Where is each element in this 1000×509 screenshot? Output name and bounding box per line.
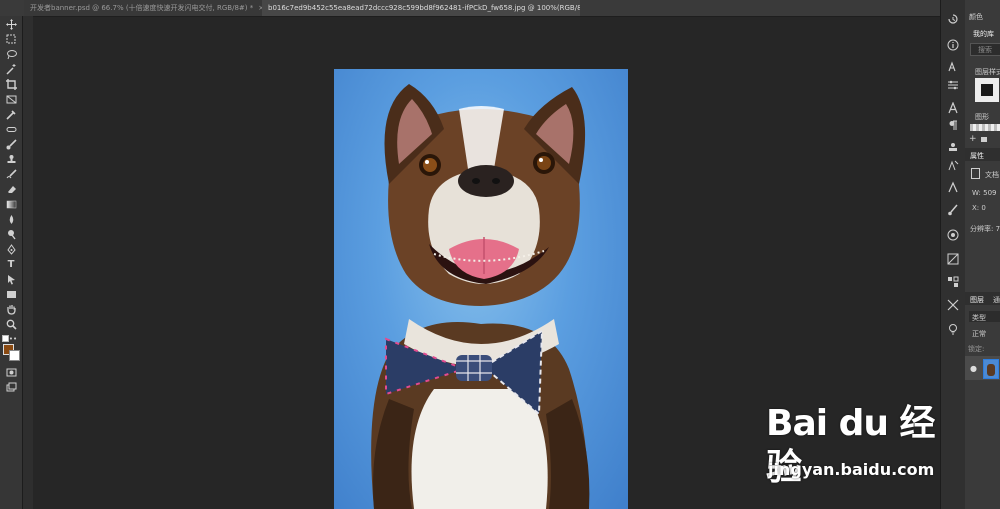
- background-color-swatch[interactable]: [9, 350, 20, 361]
- frame-tool-icon[interactable]: [4, 93, 18, 105]
- x-value[interactable]: 0: [981, 204, 985, 212]
- character-styles-icon[interactable]: [946, 180, 960, 194]
- hand-tool-icon[interactable]: [4, 303, 18, 315]
- baidu-jingyan-watermark: Bai du 经验 jingyan.baidu.com: [760, 402, 960, 492]
- document-canvas[interactable]: [334, 69, 628, 509]
- properties-tab[interactable]: 属性: [970, 151, 984, 161]
- library-search-input[interactable]: 搜索: [978, 45, 992, 55]
- blur-tool-icon[interactable]: [4, 213, 18, 225]
- x-label: X:: [972, 204, 980, 212]
- tools-panel: T •••: [0, 16, 23, 509]
- history-icon[interactable]: [946, 12, 960, 26]
- tab-label: b016c7ed9b452c55ea8ead72dccc928c599bd8f9…: [268, 4, 580, 12]
- eyedropper-tool-icon[interactable]: [4, 108, 18, 120]
- panel-divider: [23, 16, 33, 509]
- screen-mode-icon[interactable]: [4, 381, 18, 393]
- layer-style-thumbnail[interactable]: [975, 78, 999, 102]
- document-tab-dog-jpg[interactable]: b016c7ed9b452c55ea8ead72dccc928c599bd8f9…: [262, 0, 580, 16]
- layers-tab[interactable]: 图层: [970, 295, 984, 305]
- patterns-icon[interactable]: [946, 275, 960, 289]
- path-select-tool-icon[interactable]: [4, 273, 18, 285]
- shapes-icon[interactable]: [946, 298, 960, 312]
- add-graphic-icon[interactable]: +: [969, 134, 977, 144]
- lock-label: 锁定:: [968, 345, 985, 353]
- history-brush-tool-icon[interactable]: [4, 168, 18, 180]
- eraser-tool-icon[interactable]: [4, 183, 18, 195]
- rectangle-tool-icon[interactable]: [4, 288, 18, 300]
- healing-brush-tool-icon[interactable]: [4, 123, 18, 135]
- type-tool-icon[interactable]: T: [4, 258, 18, 270]
- paragraph-icon[interactable]: [946, 118, 960, 132]
- document-label: 文档: [985, 171, 999, 179]
- marquee-tool-icon[interactable]: [4, 33, 18, 45]
- dodge-tool-icon[interactable]: [4, 228, 18, 240]
- width-label: W:: [972, 189, 981, 197]
- pen-tool-icon[interactable]: [4, 243, 18, 255]
- layer-row[interactable]: ●: [965, 356, 1000, 380]
- document-icon: [971, 168, 980, 179]
- zoom-tool-icon[interactable]: [4, 318, 18, 330]
- width-value[interactable]: 509: [983, 189, 996, 197]
- upload-icon[interactable]: [981, 137, 987, 142]
- info-icon[interactable]: [946, 38, 960, 52]
- color-tab[interactable]: 颜色: [969, 12, 983, 22]
- layer-thumbnail: [983, 359, 999, 379]
- move-tool-icon[interactable]: [4, 18, 18, 30]
- dog-photo: [371, 84, 590, 509]
- graphics-label: 图形: [975, 113, 989, 121]
- glyphs-icon[interactable]: [946, 158, 960, 172]
- character-panel-icon[interactable]: [946, 60, 960, 74]
- swatches-icon[interactable]: [946, 228, 960, 242]
- default-colors-icon[interactable]: [2, 335, 9, 342]
- channels-tab[interactable]: 通: [993, 295, 1000, 305]
- gradients-icon[interactable]: [946, 252, 960, 266]
- gradient-tool-icon[interactable]: [4, 198, 18, 210]
- brushes-icon[interactable]: [946, 203, 960, 217]
- right-panels: 颜色 我的库 搜索 图层样式 图形 + 属性 文档 W: 509 X: 0 分辨…: [965, 0, 1000, 509]
- quick-mask-icon[interactable]: [4, 366, 18, 378]
- layer-style-label: 图层样式: [975, 68, 1000, 76]
- learn-icon[interactable]: [946, 322, 960, 336]
- watermark-url: jingyan.baidu.com: [768, 460, 935, 479]
- tab-label: 开发者banner.psd @ 66.7% (十倍速度快速开发闪电交付, RGB…: [30, 4, 254, 12]
- document-tab-banner-psd[interactable]: 开发者banner.psd @ 66.7% (十倍速度快速开发闪电交付, RGB…: [24, 0, 262, 16]
- magic-wand-tool-icon[interactable]: [4, 63, 18, 75]
- document-tab-bar: 开发者banner.psd @ 66.7% (十倍速度快速开发闪电交付, RGB…: [0, 0, 940, 17]
- resolution-label: 分辨率: 7: [970, 225, 1000, 233]
- crop-tool-icon[interactable]: [4, 78, 18, 90]
- library-tab[interactable]: 我的库: [973, 29, 994, 39]
- layer-kind-filter[interactable]: 类型: [972, 313, 986, 323]
- clone-stamp-tool-icon[interactable]: [4, 153, 18, 165]
- visibility-eye-icon[interactable]: ●: [970, 364, 977, 373]
- brush-tool-icon[interactable]: [4, 138, 18, 150]
- clone-source-icon[interactable]: [946, 140, 960, 154]
- character-icon[interactable]: [946, 101, 960, 115]
- lasso-tool-icon[interactable]: [4, 48, 18, 60]
- blend-mode-select[interactable]: 正常: [972, 329, 986, 339]
- adjustments-icon[interactable]: [946, 78, 960, 92]
